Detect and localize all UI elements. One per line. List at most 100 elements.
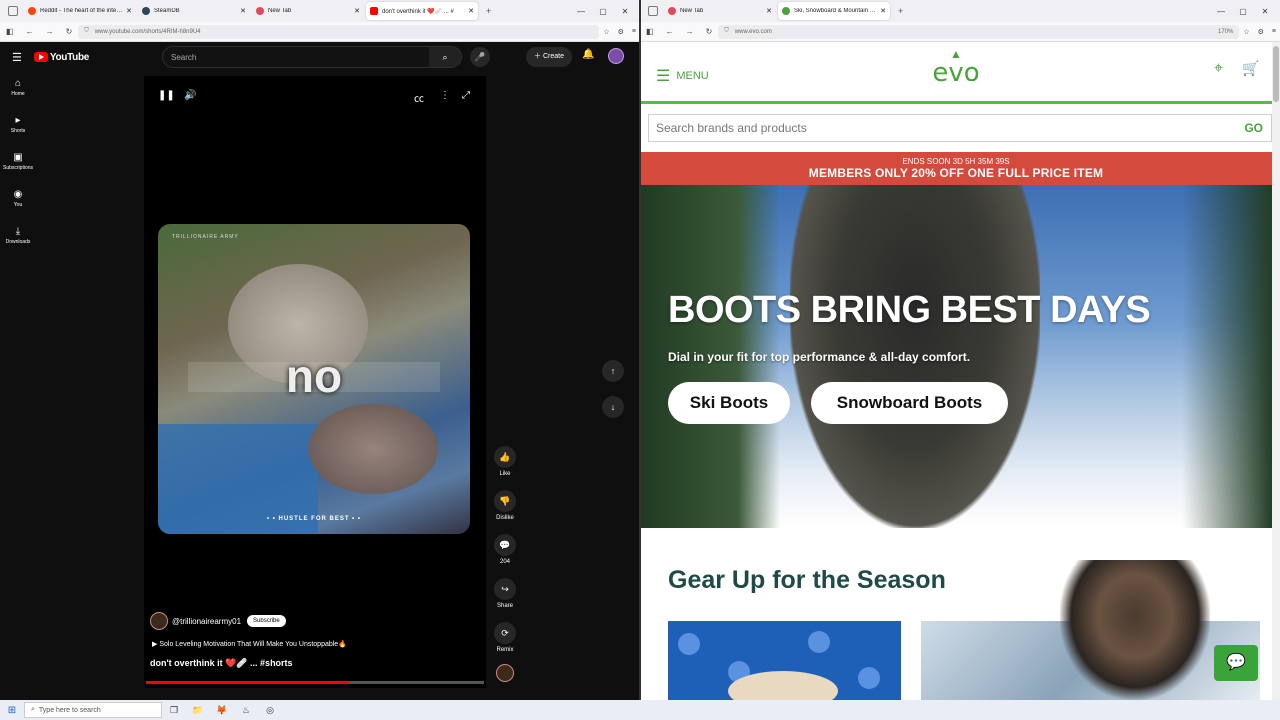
share-button[interactable]: ↪ Share [490,578,520,609]
channel-avatar[interactable] [150,612,168,630]
close-window-icon[interactable]: ✕ [614,7,636,16]
close-tab-icon[interactable]: ✕ [766,7,772,15]
search-input[interactable]: Search [163,53,429,62]
tab-new-tab[interactable]: New Tab ✕ [252,2,364,20]
tab-overview-icon[interactable] [8,6,18,16]
more-options-icon[interactable]: ⋮ [440,90,450,101]
go-button[interactable]: GO [1244,121,1271,135]
back-icon[interactable]: ← [666,27,674,36]
music-link[interactable]: ▶ Solo Leveling Motivation That Will Mak… [152,640,347,648]
product-card[interactable] [668,621,901,700]
minimize-icon[interactable]: — [570,7,592,16]
video-frame[interactable]: TRILLIONAIRE ARMY no • • HUSTLE FOR BEST… [158,224,470,534]
file-explorer-icon[interactable]: 📁 [186,705,210,716]
url-bar[interactable]: ⛉ www.evo.com 170% [718,24,1240,39]
minimize-icon[interactable]: — [1210,7,1232,16]
bookmark-icon[interactable]: ☆ [1243,28,1249,36]
search-box[interactable]: Search brands and products GO [648,114,1272,142]
tab-overview-icon[interactable] [648,6,658,16]
sidebar-item-downloads[interactable]: ⤓ Downloads [0,226,36,263]
menu-button[interactable]: ☰ MENU [656,66,709,86]
sidebar-toggle-icon[interactable]: ◧ [6,27,14,36]
location-pin-icon[interactable]: ⌖ [1214,60,1223,78]
firefox-icon[interactable]: 🦊 [210,705,234,716]
evo-logo[interactable]: ▲ evo [928,48,984,86]
sidebar-item-you[interactable]: ◉ You [0,189,36,226]
channel-name[interactable]: @trillionairearmy01 [172,617,241,626]
bookmark-icon[interactable]: ☆ [603,28,609,36]
new-tab-button[interactable]: + [898,6,903,16]
avatar[interactable] [608,48,624,64]
next-short-button[interactable]: ↓ [602,396,624,418]
hamburger-icon[interactable]: ☰ [12,51,22,64]
promo-banner[interactable]: ENDS SOON 3D 5H 35M 39S MEMBERS ONLY 20%… [640,152,1272,185]
close-tab-icon[interactable]: ✕ [240,7,246,15]
scrollbar-thumb[interactable] [1273,46,1279,102]
search-input[interactable]: Search brands and products [649,121,1244,135]
forward-icon[interactable]: → [686,27,694,36]
tab-reddit[interactable]: Reddit - The heart of the internet ✕ [24,2,136,20]
close-window-icon[interactable]: ✕ [1254,7,1276,16]
sidebar-item-subscriptions[interactable]: ▣ Subscriptions [0,152,36,189]
tab-evo[interactable]: Ski, Snowboard & Mountain Bike ✕ [778,2,890,20]
sidebar-item-home[interactable]: ⌂ Home [0,78,36,115]
fullscreen-icon[interactable]: ⤢ [462,90,470,101]
tab-new-tab[interactable]: New Tab ✕ [664,2,776,20]
sidebar-label: Home [11,91,25,97]
hero-banner[interactable]: BOOTS BRING BEST DAYS Dial in your fit f… [640,185,1272,528]
progress-bar[interactable] [146,681,484,684]
like-button[interactable]: 👍 Like [490,446,520,477]
steam-icon[interactable]: ♨ [234,705,258,716]
notifications-icon[interactable]: 🔔 [582,49,594,60]
youtube-logo[interactable]: YouTube [33,52,89,63]
comments-button[interactable]: 💬 204 [490,534,520,565]
cart-icon[interactable]: 🛒 [1242,60,1259,77]
taskbar-search-input[interactable]: Type here to search [39,707,101,714]
tab-steamdb[interactable]: SteamDB ✕ [138,2,250,20]
menu-icon[interactable]: ≡ [1272,28,1276,35]
ski-boots-button[interactable]: Ski Boots [668,382,790,424]
zoom-level[interactable]: 170% [1218,29,1233,35]
close-tab-icon[interactable]: ✕ [354,7,360,15]
chat-icon[interactable]: 💬 [1214,645,1258,681]
tab-youtube[interactable]: don't overthink it ❤️🩹 ... # ✕ [366,2,478,20]
url-bar[interactable]: ⛉ www.youtube.com/shorts/4RIM-h8n9U4 [78,24,600,39]
extensions-icon[interactable]: ⚙ [618,28,624,36]
sidebar-toggle-icon[interactable]: ◧ [646,27,654,36]
sound-avatar[interactable] [496,664,514,682]
sidebar-item-shorts[interactable]: ▸ Shorts [0,115,36,152]
create-button[interactable]: ＋ Create [526,47,572,67]
captions-icon[interactable]: ㏄ [414,90,424,105]
windows-start-icon[interactable]: ⊞ [0,705,24,716]
scrollbar[interactable] [1272,42,1280,700]
task-view-icon[interactable]: ❐ [162,705,186,716]
close-tab-icon[interactable]: ✕ [126,7,132,15]
search-box[interactable]: Search ⌕ [162,46,462,68]
dislike-button[interactable]: 👎 Dislike [490,490,520,521]
maximize-icon[interactable]: ▢ [592,7,614,16]
back-icon[interactable]: ← [26,27,34,36]
remix-label: Remix [496,647,514,653]
maximize-icon[interactable]: ▢ [1232,7,1254,16]
evo-browser-window: New Tab ✕ Ski, Snowboard & Mountain Bike ✕… [640,0,1280,700]
extensions-icon[interactable]: ⚙ [1258,28,1264,36]
obs-icon[interactable]: ◎ [258,705,282,716]
subscribe-button[interactable]: Subscribe [247,615,286,627]
shorts-player[interactable]: ❚❚ 🔊 ㏄ ⋮ ⤢ TRILLIONAIRE ARMY no • • HUST… [144,76,486,688]
new-tab-button[interactable]: + [486,6,491,16]
snowboard-boots-button[interactable]: Snowboard Boots [811,382,1008,424]
close-tab-icon[interactable]: ✕ [880,7,886,15]
previous-short-button[interactable]: ↑ [602,360,624,382]
menu-icon[interactable]: ≡ [632,28,636,35]
volume-icon[interactable]: 🔊 [184,90,196,101]
remix-button[interactable]: ⟳ Remix [490,622,520,653]
video-face [308,404,438,494]
close-tab-icon[interactable]: ✕ [468,7,474,15]
reload-icon[interactable]: ↻ [706,27,713,36]
search-icon[interactable]: ⌕ [429,47,461,67]
microphone-icon[interactable]: 🎤 [470,47,490,67]
pause-icon[interactable]: ❚❚ [158,90,175,101]
forward-icon[interactable]: → [46,27,54,36]
reload-icon[interactable]: ↻ [66,27,73,36]
taskbar-search[interactable]: ⌕ Type here to search [24,702,162,718]
